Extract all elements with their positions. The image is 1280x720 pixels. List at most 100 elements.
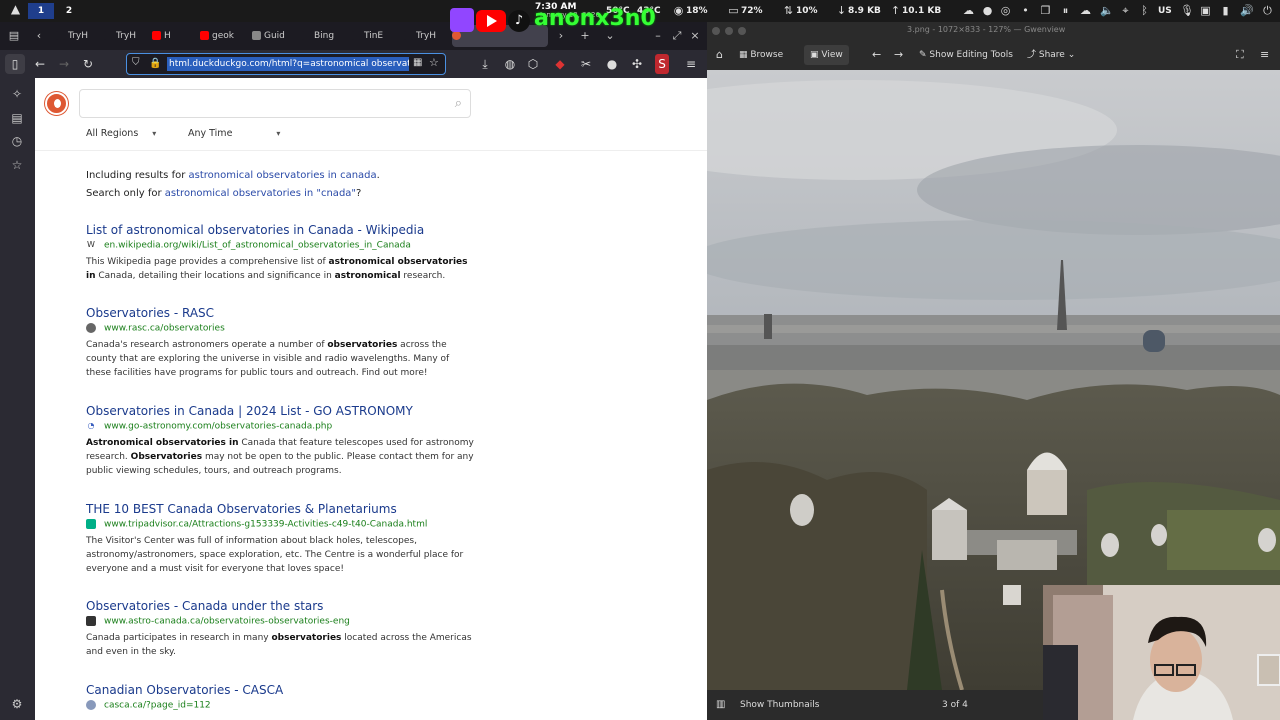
screen-icon[interactable]: ▣: [1200, 5, 1211, 16]
tab[interactable]: TryH: [104, 25, 144, 47]
region-filter[interactable]: All Regions ▾: [86, 128, 156, 139]
show-thumbnails-button[interactable]: Show Thumbnails: [740, 700, 819, 710]
forward-icon[interactable]: →: [54, 54, 74, 74]
browse-button[interactable]: ▦ Browse: [739, 45, 783, 65]
search-icon[interactable]: ⌕: [455, 96, 462, 111]
result-title-link[interactable]: THE 10 BEST Canada Observatories & Plane…: [86, 502, 476, 516]
tab[interactable]: Guid: [252, 25, 292, 47]
duckduckgo-logo[interactable]: [45, 92, 68, 115]
back-icon[interactable]: ←: [30, 54, 50, 74]
tracking-shield-icon[interactable]: ⛉: [132, 57, 140, 68]
tiktok-icon: ♪: [508, 10, 530, 32]
bookmarks-icon[interactable]: ☆: [6, 155, 28, 175]
streamer-handle: anonx3n0: [534, 6, 656, 31]
result-title-link[interactable]: Observatories - Canada under the stars: [86, 599, 476, 613]
original-query-link[interactable]: astronomical observatories in "cnada": [165, 188, 356, 199]
cloud-icon[interactable]: ☁: [963, 5, 974, 16]
synced-tabs-icon[interactable]: ▤: [6, 108, 28, 128]
result-url[interactable]: en.wikipedia.org/wiki/List_of_astronomic…: [104, 241, 411, 251]
search-result: Canadian Observatories - CASCA casca.ca/…: [86, 683, 476, 711]
thumbnail-bar-icon[interactable]: ▥: [716, 699, 725, 710]
volume-icon[interactable]: 🔈: [1100, 5, 1114, 16]
menu-icon[interactable]: ≡: [681, 54, 701, 74]
next-icon[interactable]: →: [894, 45, 903, 65]
ai-chat-icon[interactable]: ✧: [6, 84, 28, 104]
pause-icon[interactable]: ⏸: [1060, 5, 1071, 16]
result-url[interactable]: www.astro-canada.ca/observatoires-observ…: [104, 617, 350, 627]
account-icon[interactable]: ◍: [500, 54, 520, 74]
window-button-icon[interactable]: [725, 27, 733, 35]
tab[interactable]: TryH: [56, 25, 96, 47]
window-button-icon[interactable]: [712, 27, 720, 35]
qr-code-icon[interactable]: ▦: [413, 57, 422, 68]
lock-icon[interactable]: 🔒: [149, 58, 161, 69]
extension-s-icon[interactable]: S: [655, 54, 669, 74]
result-url[interactable]: www.rasc.ca/observatories: [104, 324, 225, 334]
search-input[interactable]: [88, 90, 438, 117]
result-title-link[interactable]: Observatories in Canada | 2024 List - GO…: [86, 404, 476, 418]
search-box[interactable]: ⌕: [79, 89, 471, 118]
tab[interactable]: TinE: [352, 25, 392, 47]
tab-scroll-left-icon[interactable]: ‹: [32, 25, 46, 47]
result-title-link[interactable]: List of astronomical observatories in Ca…: [86, 223, 476, 237]
corrected-query-link[interactable]: astronomical observatories in canada: [189, 170, 377, 181]
screenshot-icon[interactable]: ✂: [576, 54, 596, 74]
tab-overview-icon[interactable]: ▤: [7, 25, 21, 47]
menu-icon[interactable]: ≡: [1260, 45, 1269, 65]
workspace-1-button[interactable]: 1: [28, 3, 54, 19]
microphone-icon[interactable]: 🎙: [1180, 5, 1194, 16]
location-icon[interactable]: ⌖: [1120, 5, 1131, 16]
sidebar-toggle-icon[interactable]: ▯: [5, 54, 25, 74]
speaker-icon[interactable]: 🔊: [1240, 5, 1254, 16]
result-url[interactable]: www.tripadvisor.ca/Attractions-g153339-A…: [104, 520, 427, 530]
user-icon[interactable]: ●: [982, 5, 993, 16]
youtube-icon: [200, 31, 209, 40]
downloads-icon[interactable]: ⤓: [475, 54, 495, 74]
fullscreen-icon[interactable]: ⛶: [1236, 45, 1244, 65]
tab-favicon-icon: [56, 31, 65, 40]
history-icon[interactable]: ◷: [6, 131, 28, 151]
close-icon[interactable]: ×: [688, 25, 702, 47]
steam-icon[interactable]: ◎: [1000, 5, 1011, 16]
maximize-icon[interactable]: ⤢: [670, 25, 684, 47]
copy-icon[interactable]: ❐: [1040, 5, 1051, 16]
keyboard-layout[interactable]: US: [1158, 0, 1172, 22]
tray-cloud-icon[interactable]: ☁: [1080, 5, 1091, 16]
extension-grid-icon[interactable]: ✣: [627, 54, 647, 74]
time-filter[interactable]: Any Time ▾: [188, 128, 280, 139]
home-icon[interactable]: ⌂: [716, 45, 723, 65]
app-launcher-icon[interactable]: ▲: [10, 3, 21, 15]
result-title-link[interactable]: Observatories - RASC: [86, 306, 476, 320]
tab[interactable]: H: [152, 25, 192, 47]
extensions-icon[interactable]: ⬡: [523, 54, 543, 74]
result-url[interactable]: casca.ca/?page_id=112: [104, 701, 211, 711]
power-icon[interactable]: ⏻: [1262, 5, 1273, 16]
ublock-icon[interactable]: ◆: [550, 54, 570, 74]
tab-favicon-icon: [252, 31, 261, 40]
workspace-2-button[interactable]: 2: [56, 3, 82, 19]
previous-icon[interactable]: ←: [872, 45, 881, 65]
result-title-link[interactable]: Canadian Observatories - CASCA: [86, 683, 476, 697]
bookmark-star-icon[interactable]: ☆: [429, 56, 439, 69]
snippet-highlight: astronomical: [334, 270, 401, 281]
search-result: Observatories - RASC www.rasc.ca/observa…: [86, 306, 476, 380]
reload-icon[interactable]: ↻: [78, 54, 98, 74]
search-result: Observatories - Canada under the stars w…: [86, 599, 476, 659]
wikipedia-icon: W: [87, 240, 95, 249]
result-url[interactable]: www.go-astronomy.com/observatories-canad…: [104, 422, 332, 432]
settings-gear-icon[interactable]: ⚙: [6, 694, 28, 714]
editing-tools-button[interactable]: ✎ Show Editing Tools: [919, 45, 1013, 65]
url-text[interactable]: html.duckduckgo.com/html?q=astronomical …: [167, 57, 409, 71]
image-icon: ▣: [810, 50, 822, 60]
extension-circle-icon[interactable]: ●: [602, 54, 622, 74]
tab[interactable]: Bing: [302, 25, 342, 47]
net-down: 8.9 KB: [848, 6, 881, 16]
view-button[interactable]: ▣ View: [804, 45, 849, 65]
tab[interactable]: TryH: [404, 25, 444, 47]
share-button[interactable]: ⤴ Share ⌄: [1027, 45, 1075, 65]
window-button-icon[interactable]: [738, 27, 746, 35]
bluetooth-icon[interactable]: ᛒ: [1139, 5, 1150, 16]
dot-icon: •: [1022, 4, 1029, 17]
tab[interactable]: geok: [200, 25, 242, 47]
address-bar[interactable]: ⛉ 🔒 html.duckduckgo.com/html?q=astronomi…: [126, 53, 446, 75]
